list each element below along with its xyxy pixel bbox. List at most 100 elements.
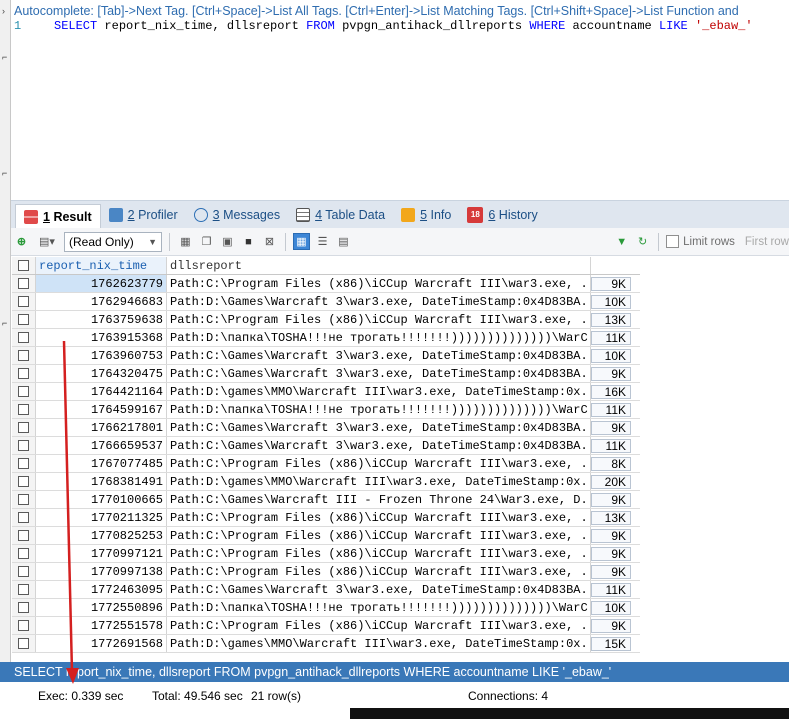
cell-report-nix-time[interactable]: 1770100665: [36, 491, 167, 508]
table-row[interactable]: 1763915368 Path:D:\папка\TOSHA!!!не трога…: [12, 329, 640, 347]
row-checkbox[interactable]: [18, 404, 29, 415]
cell-dllsreport[interactable]: Path:C:\Program Files (x86)\iCCup Warcra…: [167, 563, 591, 580]
table-row[interactable]: 1772551578 Path:C:\Program Files (x86)\iC…: [12, 617, 640, 635]
row-checkbox[interactable]: [18, 494, 29, 505]
tab-history[interactable]: 18 6 History: [459, 201, 545, 228]
table-row[interactable]: 1767077485 Path:C:\Program Files (x86)\iC…: [12, 455, 640, 473]
grid-view-icon[interactable]: ▦: [293, 233, 310, 250]
table-row[interactable]: 1772691568 Path:D:\games\MMO\Warcraft III…: [12, 635, 640, 653]
row-checkbox[interactable]: [18, 422, 29, 433]
table-row[interactable]: 1770825253 Path:C:\Program Files (x86)\iC…: [12, 527, 640, 545]
cell-report-nix-time[interactable]: 1772463095: [36, 581, 167, 598]
cell-report-nix-time[interactable]: 1764599167: [36, 401, 167, 418]
cell-report-nix-time[interactable]: 1770997138: [36, 563, 167, 580]
cell-dllsreport[interactable]: Path:C:\Games\Warcraft 3\war3.exe, DateT…: [167, 347, 591, 364]
row-checkbox-cell[interactable]: [12, 293, 36, 310]
row-checkbox[interactable]: [18, 566, 29, 577]
row-checkbox-cell[interactable]: [12, 473, 36, 490]
cell-dllsreport[interactable]: Path:C:\Games\Warcraft 3\war3.exe, DateT…: [167, 437, 591, 454]
cell-blob-size[interactable]: 11K: [591, 437, 640, 454]
cell-dllsreport[interactable]: Path:C:\Games\Warcraft III - Frozen Thro…: [167, 491, 591, 508]
table-row[interactable]: 1772550896 Path:D:\папка\TOSHA!!!не трога…: [12, 599, 640, 617]
row-checkbox-cell[interactable]: [12, 491, 36, 508]
row-checkbox[interactable]: [18, 458, 29, 469]
insert-row-icon[interactable]: ▦: [177, 233, 194, 250]
cell-blob-size[interactable]: 10K: [591, 347, 640, 364]
cell-blob-size[interactable]: 9K: [591, 491, 640, 508]
cell-dllsreport[interactable]: Path:C:\Program Files (x86)\iCCup Warcra…: [167, 545, 591, 562]
table-row[interactable]: 1762946683 Path:D:\Games\Warcraft 3\war3.…: [12, 293, 640, 311]
cell-report-nix-time[interactable]: 1764320475: [36, 365, 167, 382]
row-checkbox-cell[interactable]: [12, 581, 36, 598]
table-row[interactable]: 1764320475 Path:C:\Games\Warcraft 3\war3.…: [12, 365, 640, 383]
tab-info[interactable]: 5 Info: [393, 201, 459, 228]
cell-dllsreport[interactable]: Path:C:\Games\Warcraft 3\war3.exe, DateT…: [167, 365, 591, 382]
cell-dllsreport[interactable]: Path:D:\папка\TOSHA!!!не трогать!!!!!!!)…: [167, 599, 591, 616]
refresh-icon[interactable]: ↻: [634, 233, 651, 250]
row-checkbox[interactable]: [18, 548, 29, 559]
text-view-icon[interactable]: ▤: [335, 233, 352, 250]
row-checkbox-cell[interactable]: [12, 329, 36, 346]
tab-table-data[interactable]: 4 Table Data: [288, 201, 393, 228]
row-checkbox[interactable]: [18, 296, 29, 307]
cell-report-nix-time[interactable]: 1763915368: [36, 329, 167, 346]
mode-select[interactable]: (Read Only) ▼: [64, 231, 162, 252]
table-row[interactable]: 1764421164 Path:D:\games\MMO\Warcraft III…: [12, 383, 640, 401]
cell-report-nix-time[interactable]: 1762623779: [36, 275, 167, 292]
row-checkbox[interactable]: [18, 278, 29, 289]
duplicate-row-icon[interactable]: ❐: [198, 233, 215, 250]
cell-dllsreport[interactable]: Path:C:\Games\Warcraft 3\war3.exe, DateT…: [167, 581, 591, 598]
table-row[interactable]: 1763759638 Path:C:\Program Files (x86)\iC…: [12, 311, 640, 329]
cancel-changes-icon[interactable]: ⊠: [261, 233, 278, 250]
row-checkbox-cell[interactable]: [12, 455, 36, 472]
cell-report-nix-time[interactable]: 1772550896: [36, 599, 167, 616]
row-checkbox-cell[interactable]: [12, 311, 36, 328]
cell-dllsreport[interactable]: Path:C:\Program Files (x86)\iCCup Warcra…: [167, 509, 591, 526]
cell-blob-size[interactable]: 10K: [591, 599, 640, 616]
row-checkbox-cell[interactable]: [12, 347, 36, 364]
cell-report-nix-time[interactable]: 1766217801: [36, 419, 167, 436]
table-row[interactable]: 1766217801 Path:C:\Games\Warcraft 3\war3.…: [12, 419, 640, 437]
cell-blob-size[interactable]: 9K: [591, 563, 640, 580]
cell-blob-size[interactable]: 13K: [591, 509, 640, 526]
table-row[interactable]: 1764599167 Path:D:\папка\TOSHA!!!не трога…: [12, 401, 640, 419]
tab-messages[interactable]: 3 Messages: [186, 201, 288, 228]
cell-dllsreport[interactable]: Path:C:\Games\Warcraft 3\war3.exe, DateT…: [167, 419, 591, 436]
row-checkbox[interactable]: [18, 638, 29, 649]
tab-profiler[interactable]: 2 Profiler: [101, 201, 186, 228]
cell-dllsreport[interactable]: Path:C:\Program Files (x86)\iCCup Warcra…: [167, 527, 591, 544]
row-checkbox[interactable]: [18, 512, 29, 523]
filter-icon[interactable]: ▼: [613, 233, 630, 250]
cell-report-nix-time[interactable]: 1762946683: [36, 293, 167, 310]
row-checkbox[interactable]: [18, 332, 29, 343]
table-row[interactable]: 1770997138 Path:C:\Program Files (x86)\iC…: [12, 563, 640, 581]
row-checkbox-cell[interactable]: [12, 527, 36, 544]
cell-blob-size[interactable]: 11K: [591, 329, 640, 346]
row-checkbox-cell[interactable]: [12, 419, 36, 436]
table-row[interactable]: 1768381491 Path:D:\games\MMO\Warcraft III…: [12, 473, 640, 491]
cell-dllsreport[interactable]: Path:D:\папка\TOSHA!!!не трогать!!!!!!!)…: [167, 329, 591, 346]
cell-report-nix-time[interactable]: 1770997121: [36, 545, 167, 562]
table-row[interactable]: 1762623779 Path:C:\Program Files (x86)\iC…: [12, 275, 640, 293]
row-checkbox[interactable]: [18, 350, 29, 361]
cell-dllsreport[interactable]: Path:C:\Program Files (x86)\iCCup Warcra…: [167, 275, 591, 292]
table-row[interactable]: 1763960753 Path:C:\Games\Warcraft 3\war3.…: [12, 347, 640, 365]
cell-blob-size[interactable]: 15K: [591, 635, 640, 652]
row-checkbox[interactable]: [18, 602, 29, 613]
select-all-checkbox[interactable]: [18, 260, 29, 271]
cell-blob-size[interactable]: 16K: [591, 383, 640, 400]
limit-rows-checkbox[interactable]: [666, 235, 680, 248]
row-checkbox-cell[interactable]: [12, 617, 36, 634]
table-row[interactable]: 1766659537 Path:C:\Games\Warcraft 3\war3.…: [12, 437, 640, 455]
cell-blob-size[interactable]: 9K: [591, 545, 640, 562]
sql-editor[interactable]: Autocomplete: [Tab]->Next Tag. [Ctrl+Spa…: [11, 0, 789, 200]
cell-blob-size[interactable]: 13K: [591, 311, 640, 328]
row-checkbox-cell[interactable]: [12, 635, 36, 652]
row-checkbox-cell[interactable]: [12, 509, 36, 526]
row-checkbox-cell[interactable]: [12, 401, 36, 418]
tab-result[interactable]: 1 Result: [15, 204, 101, 228]
row-checkbox[interactable]: [18, 620, 29, 631]
cell-report-nix-time[interactable]: 1772691568: [36, 635, 167, 652]
column-header-dllsreport[interactable]: dllsreport: [167, 257, 591, 274]
cell-dllsreport[interactable]: Path:C:\Program Files (x86)\iCCup Warcra…: [167, 311, 591, 328]
